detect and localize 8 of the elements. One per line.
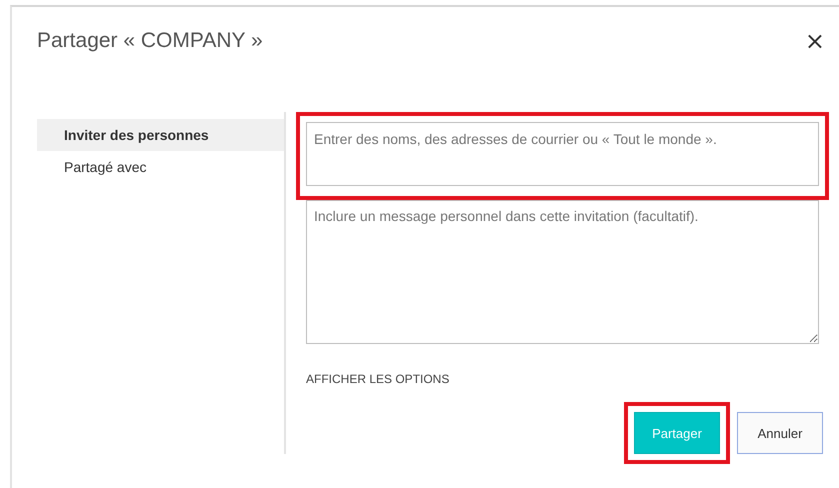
cancel-button[interactable]: Annuler bbox=[737, 412, 823, 454]
show-options-link[interactable]: AFFICHER LES OPTIONS bbox=[306, 372, 829, 386]
message-input-field[interactable]: Inclure un message personnel dans cette invitation (facultatif). bbox=[306, 200, 819, 344]
sidebar-item[interactable]: Partagé avec bbox=[37, 151, 284, 183]
people-input-field[interactable]: Entrer des noms, des adresses de courrier ou « Tout le monde ». bbox=[306, 122, 819, 186]
close-button[interactable]: × bbox=[804, 29, 825, 53]
dialog-title: Partager « COMPANY » bbox=[37, 29, 263, 53]
sidebar-item[interactable]: Inviter des personnes bbox=[37, 119, 284, 151]
